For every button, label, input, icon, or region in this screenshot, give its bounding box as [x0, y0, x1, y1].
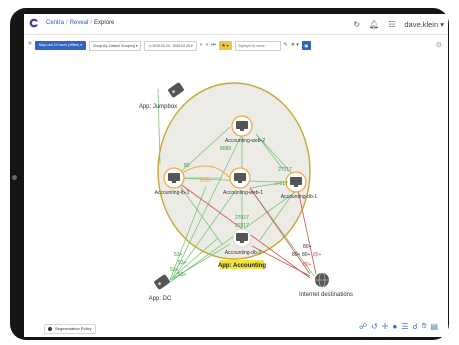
highlight-search-input[interactable]	[234, 40, 281, 51]
breadcrumb-item-centra[interactable]: Centra	[46, 20, 64, 26]
app-screen: Centra / Reveal / Explore ↻ 🔔︎ ☷ dave.klein …	[24, 14, 448, 337]
filter-flag-button[interactable]: ⚑ ▾	[218, 41, 232, 50]
share-icon[interactable]: ☍	[359, 322, 367, 331]
explore-toolbar: Map Last 24 hours (offline) ▾ Group By: …	[35, 40, 311, 51]
save-map-button[interactable]: ▣	[301, 41, 311, 50]
notification-bell-icon[interactable]: 🔔︎	[369, 20, 379, 29]
edge-label: 27017	[235, 215, 249, 221]
node-label: Accounting-web-2	[225, 138, 265, 144]
map-selector-label: Map Last 24 hours (offline)	[39, 43, 80, 47]
guardicore-logo-icon[interactable]	[29, 18, 39, 28]
edge-label: 27017	[278, 167, 292, 173]
edge-label: 53+	[178, 260, 187, 266]
edge-label: 27017	[235, 223, 249, 229]
breadcrumb: Centra / Reveal / Explore	[46, 20, 114, 26]
fast-forward-icon[interactable]: »	[205, 41, 208, 50]
node-label: Accounting-db-2	[225, 250, 262, 256]
pan-hand-icon[interactable]: ✋︎	[422, 321, 427, 331]
edge-label: 53+	[174, 252, 183, 258]
move-icon[interactable]: ✛	[382, 322, 389, 331]
bottom-toolbar: Segmentation Policy ☍ ↺ ✛ ● ☰ ☌ ✋︎ ▤	[24, 317, 448, 337]
server-icon	[168, 173, 180, 181]
server-icon	[236, 121, 248, 129]
map-selector-button[interactable]: Map Last 24 hours (offline) ▾	[35, 41, 86, 50]
node-label: Accounting-web-1	[223, 190, 263, 196]
server-icon	[290, 177, 302, 185]
node-app-jumpbox[interactable]: App: Jumpbox	[139, 82, 185, 110]
edge-label: 53+	[178, 272, 187, 278]
edge-label: 8080	[200, 178, 211, 184]
edge-label: 80	[184, 163, 190, 169]
skip-to-start-icon[interactable]: ⏮	[211, 41, 216, 50]
date-range-value: 2019-02-24 - 2019-02-25	[152, 43, 191, 48]
tablet-home-button	[12, 175, 17, 180]
user-name: dave.klein	[404, 19, 439, 29]
edge-label: 80+	[303, 244, 312, 250]
edge-label: 8080	[220, 146, 231, 152]
node-label: Accounting-lb-1	[155, 190, 190, 196]
node-internet-destinations[interactable]: Internet destinations	[299, 272, 353, 298]
top-nav-bar: Centra / Reveal / Explore ↻ 🔔︎ ☷ dave.klein …	[24, 14, 448, 35]
breadcrumb-item-explore: Explore	[94, 20, 115, 26]
breadcrumb-separator: /	[90, 20, 93, 26]
list-view-icon[interactable]: ☰	[401, 322, 408, 331]
edge-label: 80+	[302, 252, 311, 258]
group-by-label: Group By: Default Grouping	[92, 43, 135, 48]
network-map-canvas[interactable]: Accounting-web-2 Accounting-lb-1 Account…	[24, 54, 448, 316]
image-export-icon[interactable]: ▤	[430, 322, 438, 331]
map-controls: ☍ ↺ ✛ ● ☰ ☌ ✋︎ ▤	[359, 321, 438, 331]
server-group-icon	[154, 274, 170, 290]
gear-icon[interactable]: ⚙	[436, 41, 442, 49]
breadcrumb-item-reveal[interactable]: Reveal	[70, 20, 89, 26]
settings-icon[interactable]: ☷	[388, 20, 395, 29]
rewind-icon[interactable]: «	[200, 41, 203, 50]
info-icon[interactable]: ●	[392, 322, 397, 331]
node-label: App: Jumpbox	[139, 104, 177, 110]
server-group-icon	[168, 82, 184, 98]
brush-icon[interactable]: ✎	[284, 41, 288, 50]
segmentation-policy-label: Segmentation Policy	[55, 326, 92, 331]
breadcrumb-separator: /	[66, 20, 68, 26]
node-label: Internet destinations	[299, 292, 353, 298]
segmentation-policy-button[interactable]: Segmentation Policy	[44, 324, 97, 334]
reset-view-icon[interactable]: ↺	[371, 322, 378, 331]
policy-icon	[48, 326, 52, 331]
edge-label: 80+	[313, 252, 322, 258]
node-label: Accounting-db-1	[281, 194, 318, 200]
server-icon	[236, 233, 248, 241]
node-app-dc[interactable]: App: DC	[149, 274, 172, 302]
group-label[interactable]: App: Accounting	[218, 263, 266, 269]
edge-label: 80+	[303, 262, 312, 268]
sidebar-expand-icon[interactable]: »	[28, 40, 32, 47]
edge-label: 80+	[292, 252, 301, 258]
date-range-picker[interactable]: ◷ 2019-02-24 - 2019-02-25 ▾	[144, 40, 197, 51]
edge-label: 27017	[274, 181, 288, 187]
link-icon[interactable]: ☌	[413, 322, 418, 331]
refresh-icon[interactable]: ↻	[353, 20, 360, 29]
node-label: App: DC	[149, 296, 172, 302]
user-menu[interactable]: dave.klein ▾	[404, 20, 444, 29]
layout-options-icon[interactable]: ✵ ▾	[291, 41, 299, 50]
server-icon	[234, 173, 246, 181]
top-nav-actions: ↻ 🔔︎ ☷ dave.klein ▾	[353, 17, 448, 31]
group-by-dropdown[interactable]: Group By: Default Grouping ▾	[88, 40, 142, 51]
